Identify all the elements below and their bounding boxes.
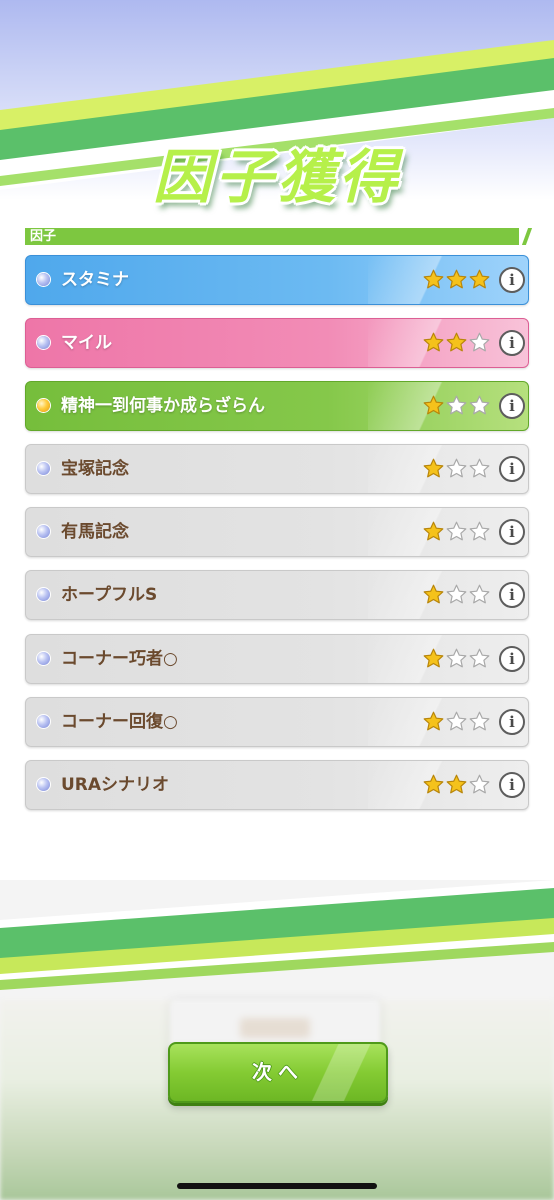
star-filled-icon (446, 774, 467, 794)
star-filled-icon (446, 269, 467, 289)
star-filled-icon (423, 332, 444, 352)
star-empty-icon (469, 711, 490, 731)
star-rating (423, 648, 493, 670)
factor-name: コーナー巧者○ (61, 648, 178, 669)
factor-dot-icon (37, 273, 50, 286)
factor-name: スタミナ (61, 270, 129, 290)
next-button[interactable]: 次へ (168, 1042, 388, 1103)
star-empty-icon (469, 585, 490, 604)
factor-dot-icon (37, 462, 50, 476)
factor-row[interactable]: マイル i (25, 318, 529, 369)
factor-dot-icon (37, 525, 50, 539)
info-icon[interactable]: i (499, 771, 525, 798)
factor-row[interactable]: URAシナリオ i (25, 759, 529, 810)
factor-dot-icon (37, 651, 50, 665)
star-rating (423, 584, 493, 606)
star-filled-icon (446, 332, 467, 352)
page-title: 因子獲得 (152, 143, 401, 211)
factor-list: スタミナ i マイル i 精神一到何事か成らざらん i 宝塚記念 i 有馬記念 i ホープフルS i コ… (25, 255, 529, 823)
factor-row[interactable]: スタミナ i (25, 255, 529, 305)
factor-row[interactable]: 宝塚記念 i (25, 444, 529, 495)
star-filled-icon (423, 774, 444, 794)
factor-name: 精神一到何事か成らざらん (61, 396, 265, 417)
star-filled-icon (423, 711, 444, 731)
factor-row[interactable]: 精神一到何事か成らざらん i (25, 381, 529, 432)
factor-name: マイル (61, 333, 112, 354)
factor-row[interactable]: コーナー巧者○ i (25, 633, 529, 684)
factor-name: URAシナリオ (61, 774, 170, 795)
section-header: 因子 (25, 228, 519, 245)
star-empty-icon (469, 458, 490, 478)
home-indicator[interactable] (177, 1183, 377, 1189)
factor-row[interactable]: ホープフルS i (25, 570, 529, 621)
star-filled-icon (469, 269, 490, 289)
star-empty-icon (446, 585, 467, 604)
factor-name: 有馬記念 (61, 522, 129, 543)
star-rating (423, 395, 493, 417)
factor-dot-icon (37, 588, 50, 602)
star-rating (423, 269, 493, 291)
star-rating (423, 711, 493, 733)
star-filled-icon (423, 395, 444, 415)
star-empty-icon (469, 332, 490, 352)
star-empty-icon (446, 711, 467, 731)
star-empty-icon (469, 648, 490, 667)
factor-dot-icon (37, 399, 50, 413)
star-empty-icon (446, 395, 467, 415)
star-empty-icon (446, 458, 467, 478)
star-filled-icon (423, 585, 444, 604)
factor-name: ホープフルS (61, 585, 158, 606)
factor-row[interactable]: コーナー回復○ i (25, 696, 529, 747)
section-label: 因子 (30, 229, 57, 244)
factor-dot-icon (37, 777, 50, 791)
star-rating (423, 458, 493, 480)
star-rating (423, 521, 493, 543)
info-icon[interactable]: i (499, 708, 525, 735)
next-button-label: 次へ (252, 1060, 304, 1084)
info-icon[interactable]: i (499, 267, 525, 293)
star-filled-icon (423, 648, 444, 667)
star-filled-icon (423, 521, 444, 541)
star-empty-icon (469, 521, 490, 541)
star-rating (423, 774, 493, 796)
factor-name: コーナー回復○ (61, 711, 178, 732)
factor-dot-icon (37, 336, 50, 350)
info-icon[interactable]: i (499, 645, 525, 672)
factor-dot-icon (37, 714, 50, 728)
factor-row[interactable]: 有馬記念 i (25, 507, 529, 558)
star-empty-icon (469, 774, 490, 794)
star-empty-icon (469, 395, 490, 415)
info-icon[interactable]: i (499, 393, 525, 420)
star-filled-icon (423, 269, 444, 289)
factor-name: 宝塚記念 (61, 459, 129, 480)
info-icon[interactable]: i (499, 330, 525, 357)
star-empty-icon (446, 648, 467, 667)
star-empty-icon (446, 521, 467, 541)
star-rating (423, 332, 493, 354)
star-filled-icon (423, 458, 444, 478)
